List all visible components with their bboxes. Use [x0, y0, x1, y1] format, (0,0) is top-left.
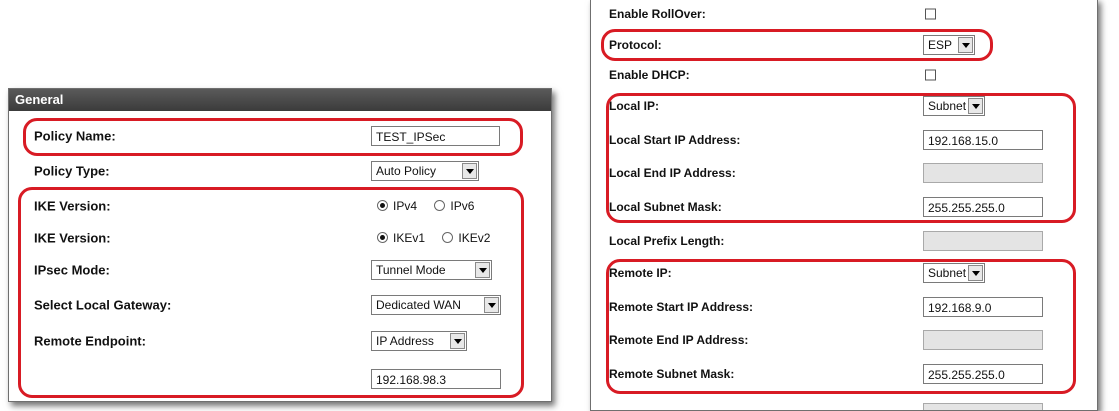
ikev2-option[interactable]: IKEv2	[442, 231, 490, 245]
remote-subnet-mask-input[interactable]: 255.255.255.0	[923, 364, 1043, 384]
ike-ip-version-label: IKE Version:	[34, 198, 111, 214]
enable-rollover-row: Enable RollOver:	[591, 0, 1097, 29]
local-gateway-label: Select Local Gateway:	[34, 297, 172, 313]
ike-version-row: IKE Version: IKEv1 IKEv2	[9, 223, 551, 253]
protocol-label: Protocol:	[609, 38, 662, 52]
ikev1-option-label: IKEv1	[393, 231, 426, 245]
radio-unchecked-icon[interactable]	[434, 200, 446, 212]
policy-type-select[interactable]: Auto Policy	[371, 161, 479, 181]
remote-endpoint-type-value: IP Address	[376, 334, 434, 348]
remote-ip-value: Subnet	[928, 266, 967, 280]
local-subnet-mask-row: Local Subnet Mask: 255.255.255.0	[591, 192, 1097, 222]
remote-endpoint-label: Remote Endpoint:	[34, 333, 146, 349]
ipv6-option-label: IPv6	[450, 199, 475, 213]
ipsec-mode-label: IPsec Mode:	[34, 262, 110, 278]
general-panel: General Policy Name: TEST_IPSec Policy T…	[8, 88, 552, 402]
policy-settings-panel: Enable RollOver: Protocol: ESP Enable DH…	[590, 0, 1098, 411]
remote-endpoint-row: Remote Endpoint: IP Address	[9, 326, 551, 356]
remote-end-ip-label: Remote End IP Address:	[609, 333, 749, 347]
remote-start-ip-label: Remote Start IP Address:	[609, 300, 754, 314]
policy-name-row: Policy Name: TEST_IPSec	[9, 121, 551, 151]
local-ip-value: Subnet	[928, 99, 967, 113]
local-end-ip-row: Local End IP Address:	[591, 158, 1097, 188]
radio-checked-icon[interactable]	[377, 200, 388, 212]
chevron-down-icon	[484, 297, 499, 313]
remote-end-ip-input[interactable]	[923, 330, 1043, 350]
local-start-ip-label: Local Start IP Address:	[609, 133, 741, 147]
chevron-down-icon	[462, 163, 477, 179]
remote-endpoint-type-select[interactable]: IP Address	[371, 331, 467, 351]
ipsec-mode-row: IPsec Mode: Tunnel Mode	[9, 255, 551, 285]
cutoff-input[interactable]	[923, 403, 1043, 410]
local-gateway-row: Select Local Gateway: Dedicated WAN	[9, 290, 551, 320]
local-end-ip-label: Local End IP Address:	[609, 166, 736, 180]
local-ip-select[interactable]: Subnet	[923, 96, 985, 116]
local-end-ip-input[interactable]	[923, 163, 1043, 183]
remote-subnet-mask-row: Remote Subnet Mask: 255.255.255.0	[591, 359, 1097, 389]
ike-ip-version-row: IKE Version: IPv4 IPv6	[9, 191, 551, 221]
protocol-row: Protocol: ESP	[591, 30, 1097, 60]
remote-ip-label: Remote IP:	[609, 266, 672, 280]
radio-checked-icon[interactable]	[377, 232, 388, 244]
enable-dhcp-row: Enable DHCP:	[591, 60, 1097, 90]
enable-dhcp-label: Enable DHCP:	[609, 68, 690, 82]
local-gateway-value: Dedicated WAN	[376, 298, 461, 312]
chevron-down-icon	[475, 262, 490, 278]
protocol-value: ESP	[928, 38, 953, 52]
ikev1-option[interactable]: IKEv1	[377, 231, 425, 245]
local-gateway-select[interactable]: Dedicated WAN	[371, 295, 501, 315]
enable-rollover-label: Enable RollOver:	[609, 7, 706, 21]
policy-type-value: Auto Policy	[376, 164, 437, 178]
policy-name-input[interactable]: TEST_IPSec	[371, 126, 500, 146]
local-ip-row: Local IP: Subnet	[591, 91, 1097, 121]
policy-type-row: Policy Type: Auto Policy	[9, 156, 551, 186]
ipsec-mode-value: Tunnel Mode	[376, 263, 446, 277]
chevron-down-icon	[958, 37, 973, 53]
local-ip-label: Local IP:	[609, 99, 660, 113]
ike-ip-version-radio-group: IPv4 IPv6	[377, 199, 488, 213]
ipv4-option-label: IPv4	[393, 199, 418, 213]
local-subnet-mask-label: Local Subnet Mask:	[609, 200, 722, 214]
ikev2-option-label: IKEv2	[458, 231, 491, 245]
remote-subnet-mask-label: Remote Subnet Mask:	[609, 367, 735, 381]
ike-version-radio-group: IKEv1 IKEv2	[377, 231, 490, 245]
enable-rollover-checkbox[interactable]	[925, 8, 936, 20]
remote-ip-select[interactable]: Subnet	[923, 263, 985, 283]
chevron-down-icon	[968, 265, 983, 281]
remote-endpoint-input[interactable]: 192.168.98.3	[371, 369, 501, 389]
radio-unchecked-icon[interactable]	[442, 232, 454, 244]
local-start-ip-row: Local Start IP Address: 192.168.15.0	[591, 125, 1097, 155]
local-prefix-length-row: Local Prefix Length:	[591, 226, 1097, 256]
local-start-ip-input[interactable]: 192.168.15.0	[923, 130, 1043, 150]
remote-start-ip-input[interactable]: 192.168.9.0	[923, 297, 1043, 317]
local-subnet-mask-input[interactable]: 255.255.255.0	[923, 197, 1043, 217]
chevron-down-icon	[450, 333, 465, 349]
ipsec-mode-select[interactable]: Tunnel Mode	[371, 260, 492, 280]
protocol-select[interactable]: ESP	[923, 35, 975, 55]
remote-end-ip-row: Remote End IP Address:	[591, 325, 1097, 355]
ipv6-option[interactable]: IPv6	[434, 199, 474, 213]
general-section-header: General	[9, 89, 551, 111]
ipv4-option[interactable]: IPv4	[377, 199, 417, 213]
enable-dhcp-checkbox[interactable]	[925, 69, 936, 81]
policy-name-label: Policy Name:	[34, 128, 116, 144]
ike-version-label: IKE Version:	[34, 230, 111, 246]
policy-type-label: Policy Type:	[34, 163, 110, 179]
remote-ip-row: Remote IP: Subnet	[591, 258, 1097, 288]
chevron-down-icon	[968, 98, 983, 114]
remote-start-ip-row: Remote Start IP Address: 192.168.9.0	[591, 292, 1097, 322]
local-prefix-length-label: Local Prefix Length:	[609, 234, 725, 248]
remote-endpoint-address-row: 192.168.98.3	[9, 364, 551, 394]
local-prefix-length-input[interactable]	[923, 231, 1043, 251]
